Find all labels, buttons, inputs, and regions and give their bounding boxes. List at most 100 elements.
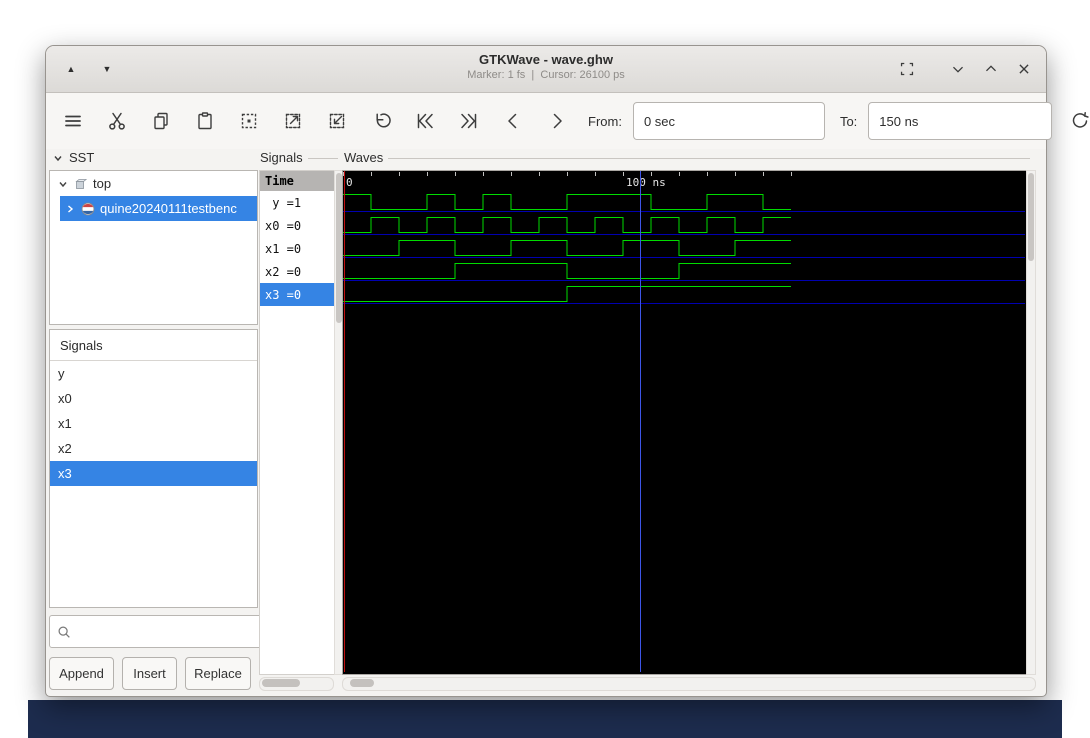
chevron-up-icon — [985, 64, 996, 71]
sst-header[interactable]: SST — [52, 150, 142, 165]
waves-panel-title-label: Waves — [344, 150, 384, 165]
list-item[interactable]: y — [50, 361, 257, 386]
minimize-button[interactable] — [943, 54, 972, 83]
signal-search-input[interactable] — [77, 623, 263, 640]
titlebar-arrows: ▲ ▼ — [58, 56, 120, 82]
skip-to-start-icon — [417, 113, 433, 129]
signal-value-row[interactable]: x2 =0 — [260, 260, 335, 283]
wave-trace-y — [343, 194, 791, 210]
chevron-down-icon — [54, 155, 62, 161]
triangle-down-icon: ▼ — [102, 64, 112, 74]
tree-item-label: quine20240111testbenc — [100, 201, 237, 216]
values-panel-title-label: Signals — [260, 150, 303, 165]
signals-list-title: Signals — [50, 330, 257, 361]
restore-button[interactable] — [892, 54, 921, 83]
chevron-left-icon — [507, 113, 516, 129]
values-panel-title: Signals — [260, 150, 338, 165]
from-input[interactable] — [632, 102, 825, 140]
pane-down-button[interactable]: ▼ — [94, 56, 120, 82]
from-label: From: — [588, 113, 622, 129]
reload-button[interactable] — [1063, 105, 1090, 138]
go-to-start-button[interactable] — [408, 105, 441, 138]
values-horizontal-scrollbar[interactable] — [259, 677, 334, 691]
maximize-button[interactable] — [976, 54, 1005, 83]
zoom-out-button[interactable] — [320, 105, 353, 138]
time-column-header[interactable]: Time — [260, 171, 335, 191]
insert-button[interactable]: Insert — [122, 657, 177, 690]
scrollbar-thumb[interactable] — [350, 679, 374, 687]
timeline-label: 0 — [346, 176, 353, 189]
waves-horizontal-scrollbar[interactable] — [342, 677, 1036, 691]
expander-down-icon — [59, 181, 67, 187]
triangle-up-icon: ▲ — [66, 64, 76, 74]
pane-up-button[interactable]: ▲ — [58, 56, 84, 82]
waveform-svg: 0 100 ns — [343, 171, 1025, 672]
module-icon — [75, 178, 88, 189]
signal-value-row[interactable]: x1 =0 — [260, 237, 335, 260]
sst-header-label: SST — [69, 150, 95, 165]
frame-line — [388, 157, 1030, 159]
signal-values-panel: Time y =1 x0 =0 x1 =0 x2 =0 x3 =0 — [259, 170, 336, 675]
tree-item-testbench[interactable]: quine20240111testbenc — [60, 196, 257, 221]
window-controls — [892, 54, 1038, 83]
selection-arrow-out-icon — [285, 113, 300, 129]
expander-right-icon — [68, 204, 74, 213]
titlebar: ▲ ▼ GTKWave - wave.ghw Marker: 1 fs | Cu… — [46, 46, 1046, 93]
chevron-down-icon — [952, 66, 963, 73]
selection-arrow-in-icon — [329, 113, 344, 129]
list-item[interactable]: x1 — [50, 411, 257, 436]
chevron-right-icon — [553, 113, 562, 129]
reload-icon — [1072, 112, 1089, 128]
timeline-label: 100 ns — [626, 176, 666, 189]
signal-value-row[interactable]: x0 =0 — [260, 214, 335, 237]
tree-item-top[interactable]: top — [50, 171, 257, 196]
scissors-icon — [108, 112, 125, 130]
wave-trace-x3 — [343, 286, 791, 302]
paste-button[interactable] — [188, 105, 221, 138]
signal-value-row[interactable]: y =1 — [260, 191, 335, 214]
skip-to-end-icon — [460, 113, 476, 129]
gtkwave-window: ▲ ▼ GTKWave - wave.ghw Marker: 1 fs | Cu… — [45, 45, 1089, 697]
frame-line — [307, 157, 338, 159]
waves-vertical-scrollbar[interactable] — [1026, 170, 1036, 675]
wave-trace-x2 — [343, 263, 791, 279]
step-forward-button[interactable] — [540, 105, 573, 138]
go-to-end-button[interactable] — [452, 105, 485, 138]
cut-button[interactable] — [100, 105, 133, 138]
selection-fit-icon — [241, 113, 256, 129]
step-back-button[interactable] — [496, 105, 529, 138]
close-button[interactable] — [1009, 54, 1038, 83]
to-input[interactable] — [868, 102, 1053, 140]
close-icon — [1018, 63, 1029, 74]
wave-canvas[interactable]: 0 100 ns — [342, 170, 1028, 675]
list-item[interactable]: x0 — [50, 386, 257, 411]
zoom-fit-button[interactable] — [232, 105, 265, 138]
signal-value-row[interactable]: x3 =0 — [260, 283, 335, 306]
to-label: To: — [839, 113, 858, 129]
append-button[interactable]: Append — [49, 657, 114, 690]
menu-button[interactable] — [56, 105, 89, 138]
scrollbar-thumb[interactable] — [262, 679, 300, 687]
copy-icon — [153, 112, 168, 130]
list-item[interactable]: x2 — [50, 436, 257, 461]
undo-button[interactable] — [364, 105, 397, 138]
sst-tree: top quine20240111testbenc — [49, 170, 258, 325]
undo-icon — [375, 113, 391, 128]
wave-trace-x0 — [343, 217, 791, 233]
copy-button[interactable] — [144, 105, 177, 138]
signals-list: y x0 x1 x2 x3 — [50, 361, 257, 486]
desktop: ▲ ▼ GTKWave - wave.ghw Marker: 1 fs | Cu… — [0, 0, 1090, 738]
toolbar: From: To: — [46, 93, 1089, 149]
clipboard-icon — [197, 112, 212, 130]
wave-trace-x1 — [343, 240, 791, 256]
menu-icon — [64, 115, 81, 127]
search-icon — [58, 625, 70, 638]
replace-button[interactable]: Replace — [185, 657, 251, 690]
tree-item-label: top — [93, 176, 112, 191]
zoom-in-button[interactable] — [276, 105, 309, 138]
list-item[interactable]: x3 — [50, 461, 257, 486]
taskbar — [28, 700, 1062, 738]
entity-icon — [81, 202, 95, 215]
scrollbar-thumb[interactable] — [1028, 173, 1034, 261]
waves-panel-title: Waves — [344, 150, 1030, 165]
